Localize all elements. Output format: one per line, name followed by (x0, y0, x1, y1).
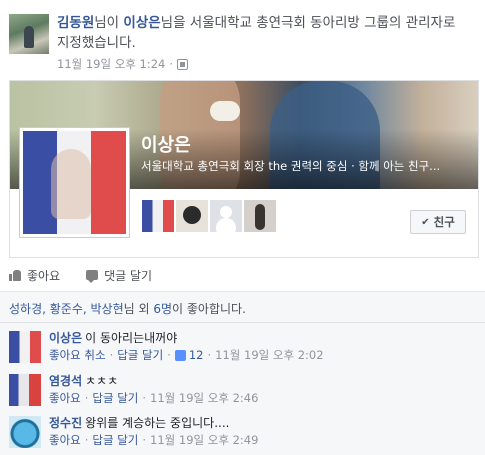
like-count-icon (174, 350, 186, 361)
headline-text-1: 님이 (94, 15, 124, 31)
comment-label: 댓글 달기 (104, 268, 153, 283)
mutual-friends-photos (142, 200, 276, 232)
comment: 이상은 이 동아리는내꺼야 좋아요 취소 · 답글 달기 · 12 · 11월 1… (9, 331, 479, 363)
comment-like-count[interactable]: 12 (174, 346, 204, 364)
actor-avatar[interactable] (9, 14, 49, 54)
divider (0, 322, 485, 323)
comment-timestamp[interactable]: 11월 19일 오후 2:49 (150, 431, 258, 449)
speech-bubble-icon (86, 270, 99, 283)
like-label: 좋아요 (27, 268, 61, 283)
story-timestamp[interactable]: 11월 19일 오후 1:24 (57, 56, 165, 72)
comment-timestamp[interactable]: 11월 19일 오후 2:02 (215, 346, 323, 364)
reply-link[interactable]: 답글 달기 (92, 431, 138, 449)
feed-story: 김동원님이 이상은님을 서울대학교 총연극회 동아리방 그룹의 관리자로 지정했… (0, 0, 485, 455)
comment-author[interactable]: 이상은 (49, 331, 82, 345)
comment-avatar[interactable] (9, 331, 41, 363)
comment-text: 왕위를 계승하는 중입니다.... (85, 416, 230, 430)
feedback-area: 성하경, 황준수, 박상현님 외 6명이 좋아합니다. 이상은 이 동아리는내꺼야… (0, 291, 485, 455)
friend-thumbnail[interactable] (244, 200, 276, 232)
like-button[interactable]: 좋아요 (9, 267, 60, 284)
thumbs-up-icon (9, 269, 21, 281)
unlike-link[interactable]: 좋아요 취소 (49, 346, 106, 364)
comment-button[interactable]: 댓글 달기 (86, 267, 152, 284)
dot-separator: · (169, 57, 174, 71)
friend-thumbnail[interactable] (176, 200, 208, 232)
comment-author[interactable]: 염경석 (49, 374, 82, 388)
comment-text: 이 동아리는내꺼야 (85, 331, 178, 345)
comment: 염경석 ㅊㅊㅊ 좋아요 · 답글 달기 · 11월 19일 오후 2:46 (9, 374, 479, 406)
friend-button[interactable]: ✔ 친구 (410, 210, 466, 234)
friend-button-label: 친구 (433, 215, 455, 229)
comment-text: ㅊㅊㅊ (85, 374, 119, 388)
likes-text-end: 이 좋아합니다. (172, 302, 246, 316)
likes-summary: 성하경, 황준수, 박상현님 외 6명이 좋아합니다. (9, 300, 246, 317)
story-actions: 좋아요 댓글 달기 (9, 264, 479, 286)
members-icon[interactable] (177, 58, 189, 70)
like-link[interactable]: 좋아요 (49, 431, 81, 449)
friend-thumbnail[interactable] (142, 200, 174, 232)
profile-picture[interactable] (20, 128, 129, 237)
comment-avatar[interactable] (9, 374, 41, 406)
comment-avatar[interactable] (9, 416, 41, 448)
story-meta: 11월 19일 오후 1:24 · (57, 56, 189, 72)
like-link[interactable]: 좋아요 (49, 389, 81, 407)
profile-description: 서울대학교 총연극회 회장 the 권력의 중심 · 함께 아는 친구... (141, 159, 441, 173)
check-icon: ✔ (421, 216, 430, 228)
profile-name[interactable]: 이상은 (141, 131, 191, 157)
comment: 정수진 왕위를 계승하는 중입니다.... 좋아요 · 답글 달기 · 11월 1… (9, 416, 479, 448)
other-likers-link[interactable]: 6명 (153, 302, 172, 316)
comment-timestamp[interactable]: 11월 19일 오후 2:46 (150, 389, 258, 407)
likes-text-mid: 님 외 (123, 302, 154, 316)
target-name-link[interactable]: 이상은 (123, 15, 160, 31)
story-headline: 김동원님이 이상은님을 서울대학교 총연극회 동아리방 그룹의 관리자로 지정했… (57, 13, 467, 53)
actor-name-link[interactable]: 김동원 (57, 15, 94, 31)
likers-link[interactable]: 성하경, 황준수, 박상현 (9, 302, 124, 316)
reply-link[interactable]: 답글 달기 (117, 346, 163, 364)
comment-author[interactable]: 정수진 (49, 416, 82, 430)
profile-card[interactable]: 이상은 서울대학교 총연극회 회장 the 권력의 중심 · 함께 아는 친구.… (9, 80, 479, 258)
friend-thumbnail[interactable] (210, 200, 242, 232)
reply-link[interactable]: 답글 달기 (92, 389, 138, 407)
